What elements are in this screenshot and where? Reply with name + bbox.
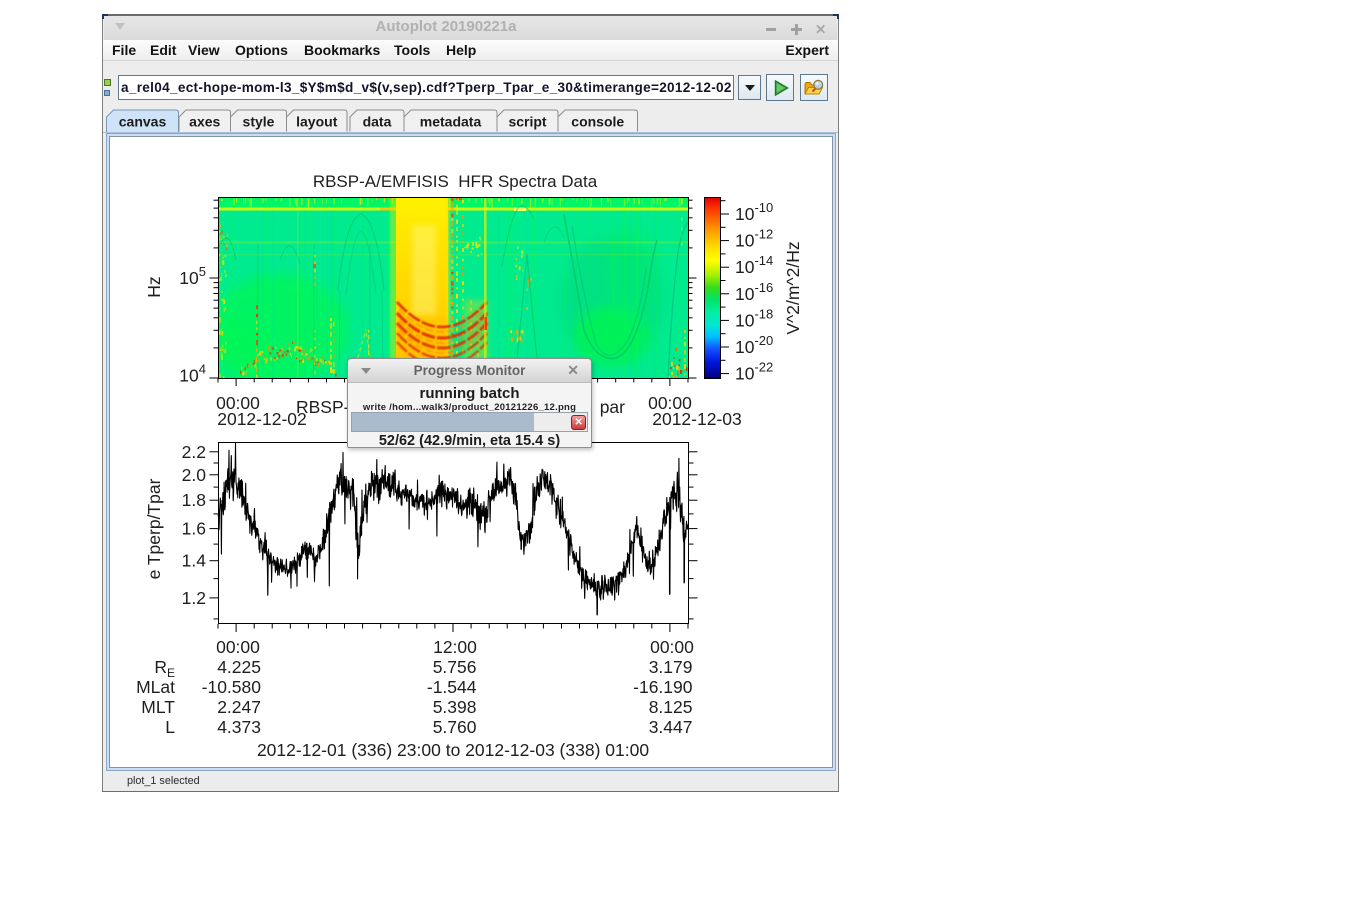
svg-text:e Tperp/Tpar: e Tperp/Tpar (144, 478, 164, 579)
svg-text:5.760: 5.760 (433, 717, 477, 737)
svg-text:1.8: 1.8 (182, 490, 206, 510)
svg-text:2012-12-02: 2012-12-02 (217, 409, 307, 429)
svg-text:3.447: 3.447 (649, 717, 693, 737)
svg-text:4.373: 4.373 (217, 717, 261, 737)
svg-text:MLat: MLat (136, 677, 175, 697)
svg-text:105: 105 (179, 264, 206, 288)
svg-text:V^2/m^2/Hz: V^2/m^2/Hz (783, 241, 803, 334)
svg-text:-10.580: -10.580 (202, 677, 262, 697)
svg-text:data: data (363, 114, 392, 130)
svg-text:-16.190: -16.190 (633, 677, 693, 697)
svg-text:5.756: 5.756 (433, 657, 477, 677)
svg-text:layout: layout (296, 114, 338, 130)
svg-text:1.4: 1.4 (182, 551, 207, 571)
svg-text:metadata: metadata (420, 114, 482, 130)
svg-text:1.2: 1.2 (182, 588, 206, 608)
svg-text:10-12: 10-12 (735, 227, 773, 251)
svg-text:10-22: 10-22 (735, 360, 773, 384)
svg-text:5.398: 5.398 (433, 697, 477, 717)
svg-text:RBSP-A/EMFISIS HFR Spectra Da: RBSP-A/EMFISIS HFR Spectra Data (313, 172, 598, 191)
svg-text:10-20: 10-20 (735, 333, 773, 357)
svg-text:10-18: 10-18 (735, 306, 773, 330)
svg-text:style: style (243, 114, 275, 130)
svg-text:10-14: 10-14 (735, 253, 773, 277)
svg-text:axes: axes (189, 114, 220, 130)
svg-text:4.225: 4.225 (217, 657, 261, 677)
svg-text:10-10: 10-10 (735, 200, 773, 224)
svg-text:104: 104 (179, 362, 206, 386)
svg-text:00:00: 00:00 (650, 637, 694, 657)
svg-text:2012-12-01 (336) 23:00 to 2012: 2012-12-01 (336) 23:00 to 2012-12-03 (33… (257, 740, 649, 760)
svg-text:console: console (571, 114, 624, 130)
svg-text:2.0: 2.0 (182, 465, 207, 485)
svg-text:2.2: 2.2 (182, 442, 206, 462)
svg-text:Hz: Hz (144, 276, 164, 297)
svg-text:par: par (600, 397, 625, 417)
svg-text:1.6: 1.6 (182, 519, 206, 539)
svg-text:3.179: 3.179 (649, 657, 693, 677)
svg-text:-1.544: -1.544 (427, 677, 477, 697)
svg-text:L: L (165, 717, 175, 737)
svg-text:MLT: MLT (141, 697, 175, 717)
svg-text:00:00: 00:00 (216, 637, 260, 657)
svg-text:12:00: 12:00 (433, 637, 477, 657)
svg-text:script: script (508, 114, 546, 130)
svg-text:2012-12-03: 2012-12-03 (652, 409, 742, 429)
svg-text:2.247: 2.247 (217, 697, 261, 717)
svg-text:8.125: 8.125 (649, 697, 693, 717)
svg-text:10-16: 10-16 (735, 280, 773, 304)
svg-text:canvas: canvas (119, 114, 167, 130)
